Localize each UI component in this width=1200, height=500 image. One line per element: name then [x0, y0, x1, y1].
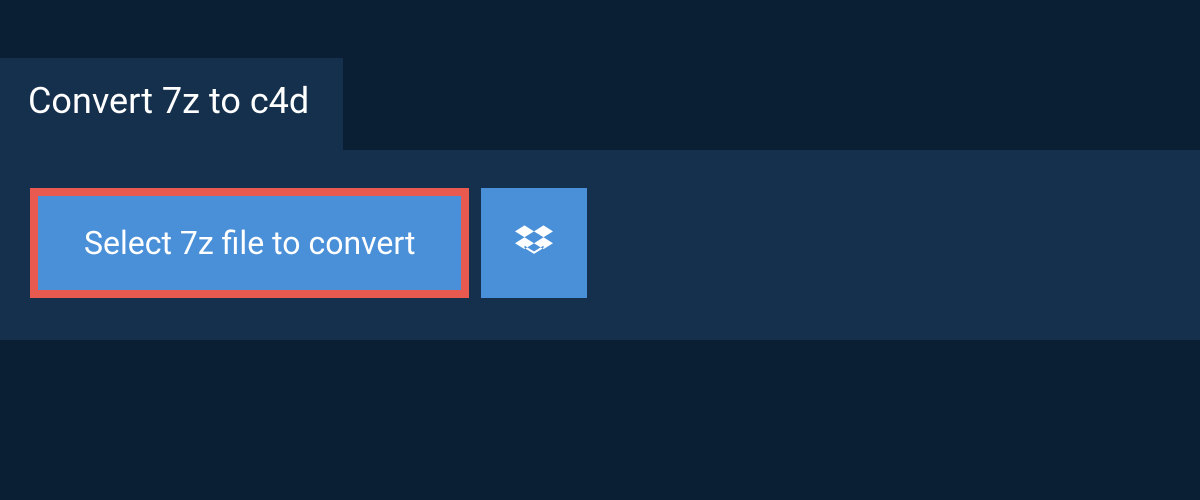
button-row: Select 7z file to convert: [30, 188, 1170, 298]
upload-panel: Select 7z file to convert: [0, 150, 1200, 340]
select-file-button[interactable]: Select 7z file to convert: [30, 188, 469, 298]
page-title: Convert 7z to c4d: [28, 80, 309, 122]
dropbox-icon: [515, 223, 553, 264]
select-file-label: Select 7z file to convert: [84, 224, 415, 262]
dropbox-button[interactable]: [481, 188, 587, 298]
header-tab: Convert 7z to c4d: [0, 58, 343, 150]
